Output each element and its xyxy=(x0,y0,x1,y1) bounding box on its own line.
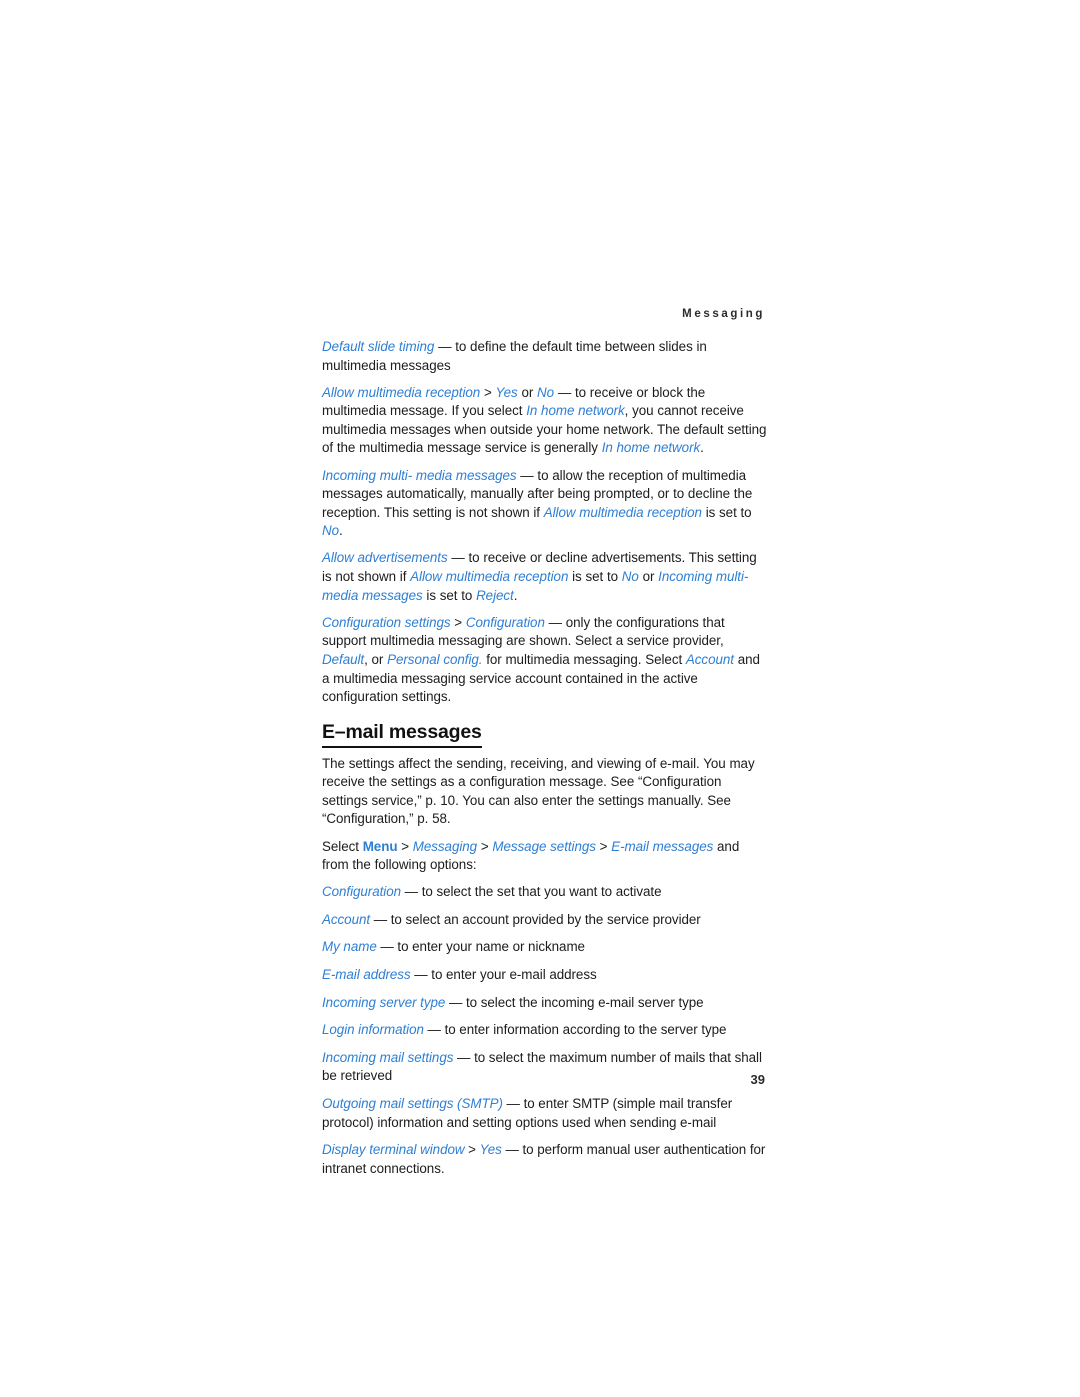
body-text-2: , or xyxy=(364,651,388,667)
option-description: to select the set that you want to activ… xyxy=(421,884,662,900)
separator-gt-1: > xyxy=(397,838,413,854)
option-entry-outgoing-mail-settings: Outgoing mail settings (SMTP) — to enter… xyxy=(322,1095,768,1132)
conjunction-or: or xyxy=(517,384,538,400)
dash: — xyxy=(434,339,456,354)
body-text-3: or xyxy=(638,569,659,585)
paragraph-configuration-settings: Configuration settings > Configuration —… xyxy=(322,614,768,707)
option-entry-display-terminal-window: Display terminal window > Yes — to perfo… xyxy=(322,1141,768,1178)
paragraph-email-intro: The settings affect the sending, receivi… xyxy=(322,755,755,827)
ui-value-no: No xyxy=(322,523,340,539)
ui-value-yes: Yes xyxy=(495,384,518,400)
ui-term: My name xyxy=(322,939,377,955)
option-entry-account: Account — to select an account provided … xyxy=(322,911,768,930)
option-description: to enter information according to the se… xyxy=(444,1022,727,1038)
option-description: to select the incoming e-mail server typ… xyxy=(465,994,704,1010)
ui-key-menu: Menu xyxy=(362,838,398,854)
document-page: Messaging Default slide timing — to defi… xyxy=(0,0,1080,1397)
body-text-4: is set to xyxy=(422,587,477,603)
ui-term: Display terminal window xyxy=(322,1142,465,1158)
separator-gt-3: > xyxy=(595,838,612,854)
ui-term-configuration-settings: Configuration settings xyxy=(322,614,451,630)
dash: — xyxy=(410,967,432,983)
dash: — xyxy=(423,1022,445,1038)
ui-term: Login information xyxy=(322,1022,424,1038)
paragraph-default-slide-timing: Default slide timing — to define the def… xyxy=(322,338,768,375)
ui-term-configuration: Configuration xyxy=(465,614,545,630)
ui-term: Outgoing mail settings (SMTP) xyxy=(322,1096,503,1111)
separator-gt: > xyxy=(480,384,496,400)
section-heading-text: E–mail messages xyxy=(322,721,482,748)
separator-gt: > xyxy=(450,614,466,630)
option-entry-email-address: E-mail address — to enter your e-mail ad… xyxy=(322,966,768,985)
body-text-2: is set to xyxy=(568,569,622,585)
ui-value-in-home-network-1: In home network xyxy=(526,403,625,419)
body-text-3: for multimedia messaging. Select xyxy=(482,651,686,667)
dash: — xyxy=(453,1049,475,1065)
text-column: Default slide timing — to define the def… xyxy=(322,338,768,1187)
separator-gt: > xyxy=(464,1142,480,1158)
section-heading-email-messages: E–mail messages xyxy=(322,721,768,748)
dash: — xyxy=(445,994,466,1010)
option-entry-configuration: Configuration — to select the set that y… xyxy=(322,883,768,902)
ui-term-allow-multimedia-reception-ref: Allow multimedia reception xyxy=(543,504,702,520)
body-text-3: . xyxy=(700,440,704,456)
ui-term: Configuration xyxy=(322,884,402,900)
ui-value-default: Default xyxy=(322,651,365,667)
option-description: to select an account provided by the ser… xyxy=(390,911,701,927)
body-text-3: . xyxy=(339,523,343,539)
dash: — xyxy=(544,614,566,630)
ui-value-in-home-network-2: In home network xyxy=(601,440,701,456)
paragraph-incoming-multimedia-messages: Incoming multi- media messages — to allo… xyxy=(322,467,768,541)
ui-value-no: No xyxy=(621,569,639,585)
ui-term: Account xyxy=(322,911,371,927)
ui-term: Incoming server type xyxy=(322,994,446,1010)
dash: — xyxy=(370,911,391,927)
dash: — xyxy=(447,550,469,566)
ui-value-yes: Yes xyxy=(479,1142,502,1158)
dash: — xyxy=(376,939,398,955)
select-label: Select xyxy=(322,838,363,854)
paragraph-allow-multimedia-reception: Allow multimedia reception > Yes or No —… xyxy=(322,384,768,458)
dash: — xyxy=(516,467,538,483)
ui-term-allow-advertisements: Allow advertisements xyxy=(322,550,448,566)
ui-value-personal-config: Personal config. xyxy=(387,651,483,667)
ui-term-allow-multimedia-reception: Allow multimedia reception xyxy=(322,384,481,400)
separator-gt-2: > xyxy=(477,838,493,854)
dash: — xyxy=(554,384,575,400)
paragraph-allow-advertisements: Allow advertisements — to receive or dec… xyxy=(322,549,768,605)
ui-term: Incoming mail settings xyxy=(322,1049,454,1065)
ui-value-no: No xyxy=(537,384,555,400)
ui-term-account: Account xyxy=(685,651,734,667)
paragraph-menu-path: Select Menu > Messaging > Message settin… xyxy=(322,838,768,875)
ui-value-reject: Reject xyxy=(476,587,514,603)
dash: — xyxy=(502,1096,524,1111)
ui-term-allow-multimedia-reception-ref: Allow multimedia reception xyxy=(410,569,569,585)
dash: — xyxy=(401,884,422,900)
body-text-2: is set to xyxy=(701,504,752,520)
dash: — xyxy=(501,1142,523,1158)
option-entry-my-name: My name — to enter your name or nickname xyxy=(322,938,768,957)
option-description: to enter your e-mail address xyxy=(431,967,597,983)
option-entry-incoming-server-type: Incoming server type — to select the inc… xyxy=(322,994,768,1013)
body-text-5: . xyxy=(513,587,518,603)
running-head: Messaging xyxy=(682,308,765,320)
option-description: to enter your name or nickname xyxy=(397,939,585,955)
ui-term-incoming-multimedia-messages: Incoming multi- media messages xyxy=(322,467,517,483)
option-entry-login-information: Login information — to enter information… xyxy=(322,1021,768,1040)
ui-term-email-messages: E-mail messages xyxy=(611,838,714,854)
page-number: 39 xyxy=(750,1072,765,1087)
ui-term-default-slide-timing: Default slide timing xyxy=(322,339,435,354)
ui-term-messaging: Messaging xyxy=(412,838,478,854)
ui-term-message-settings: Message settings xyxy=(492,838,596,854)
ui-term: E-mail address xyxy=(322,967,411,983)
